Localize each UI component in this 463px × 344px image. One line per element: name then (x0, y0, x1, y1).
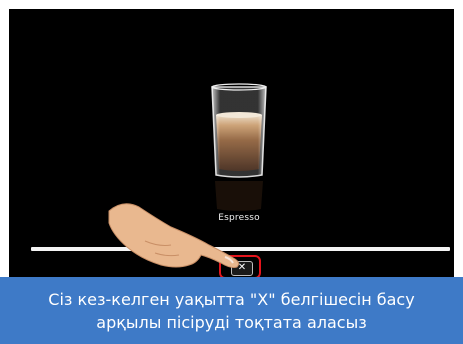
pointing-hand-icon (108, 203, 240, 268)
espresso-glass-icon (211, 83, 267, 178)
caption-line-2: арқылы пісіруді тоқтата аласыз (96, 312, 367, 332)
caption-line-1: Сіз кез-келген уақытта "X" белгішесін ба… (48, 289, 415, 309)
instruction-caption: Сіз кез-келген уақытта "X" белгішесін ба… (0, 277, 463, 344)
machine-display: Espresso ✕ (9, 9, 454, 277)
instruction-figure: Espresso ✕ Сіз кез-келген уақытта "X" бе… (0, 0, 463, 344)
